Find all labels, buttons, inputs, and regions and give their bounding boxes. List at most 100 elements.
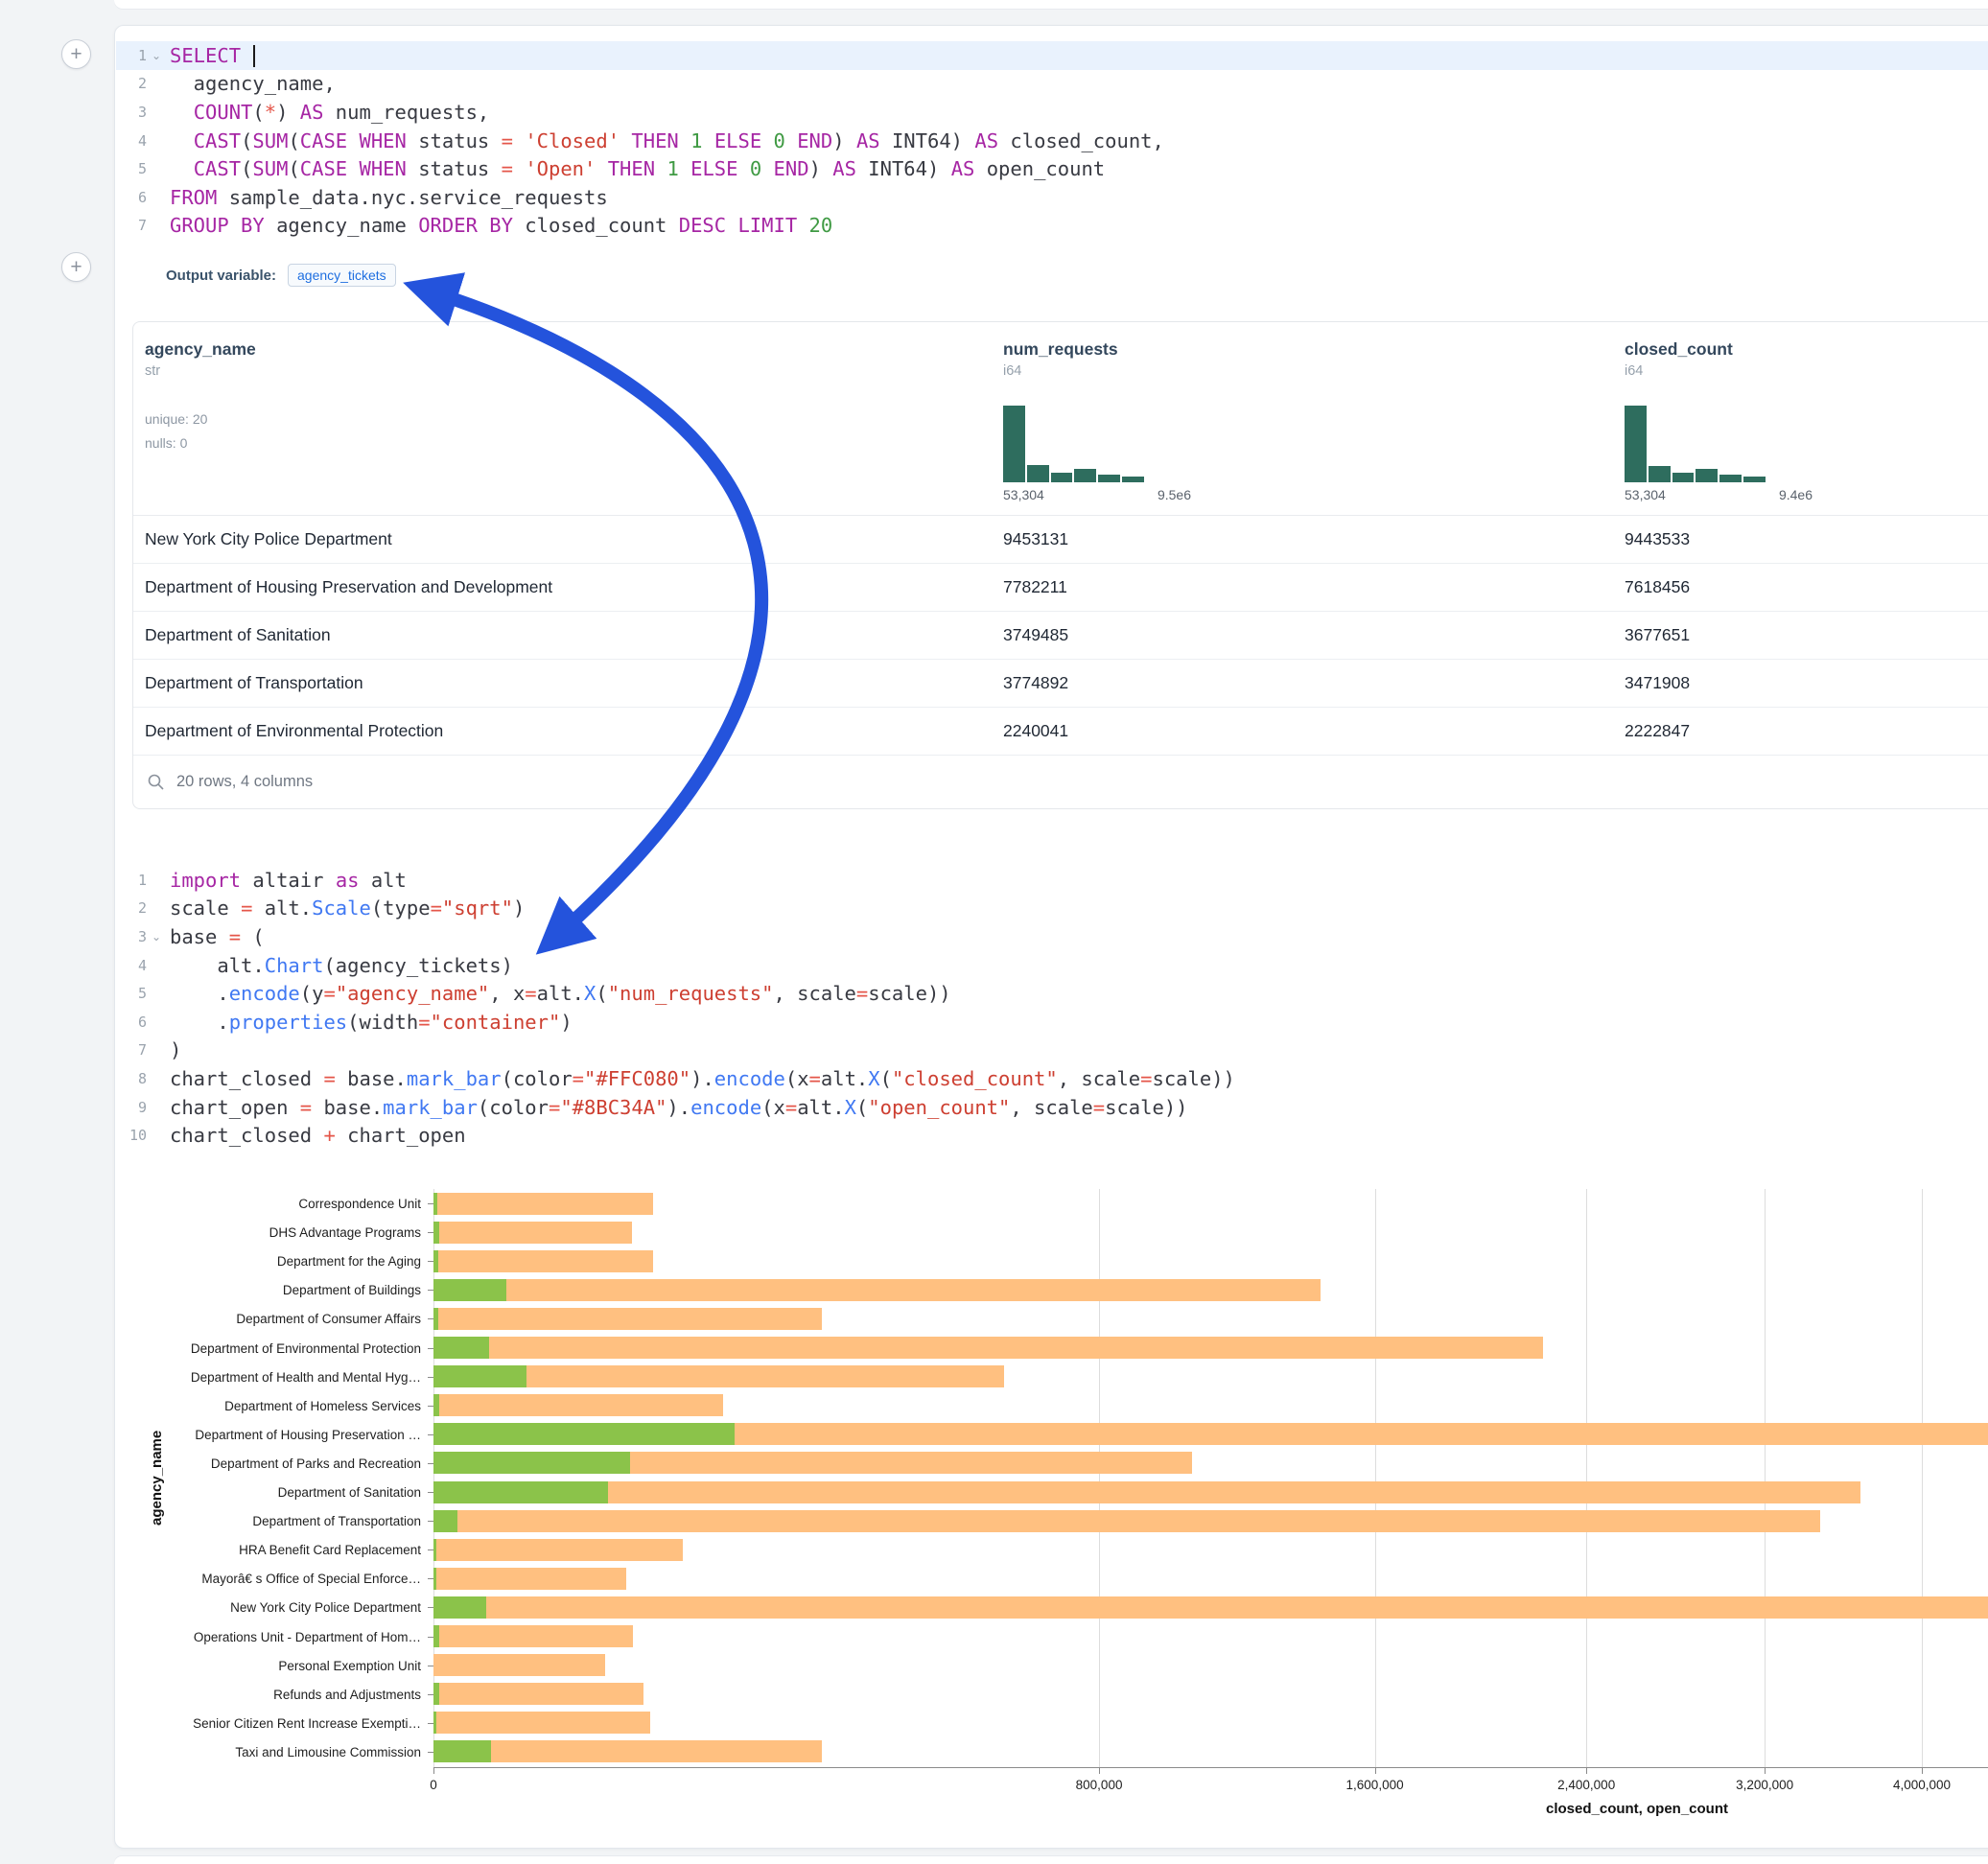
code-text: .properties(width="container")	[166, 1011, 573, 1034]
code-line[interactable]: 1⌄SELECT	[116, 41, 1988, 70]
add-cell-button-second[interactable]: +	[61, 252, 91, 282]
closed-count-bar[interactable]	[433, 1308, 822, 1330]
open-count-bar[interactable]	[433, 1683, 439, 1705]
open-count-bar[interactable]	[433, 1365, 526, 1387]
token: chart_closed	[170, 1067, 323, 1090]
token: X	[584, 982, 596, 1005]
fold-chevron-icon[interactable]: ⌄	[147, 49, 166, 62]
table-row[interactable]: Department of Environmental Protection22…	[133, 708, 1988, 756]
token	[655, 157, 667, 180]
histogram-range: 53,3049.5e6	[1003, 487, 1191, 502]
token: =	[502, 157, 513, 180]
sql-editor[interactable]: 1⌄SELECT 2 agency_name,3 COUNT(*) AS num…	[116, 41, 1988, 240]
closed-count-bar[interactable]	[433, 1510, 1820, 1532]
code-line[interactable]: 3 COUNT(*) AS num_requests,	[116, 98, 1988, 127]
code-line[interactable]: 6 .properties(width="container")	[116, 1008, 1988, 1037]
token: FROM	[170, 186, 217, 209]
table-row[interactable]: Department of Transportation377489234719…	[133, 660, 1988, 708]
closed-count-bar[interactable]	[433, 1394, 723, 1416]
open-count-bar[interactable]	[433, 1423, 735, 1445]
closed-count-bar[interactable]	[433, 1625, 633, 1647]
histogram-bar	[1672, 473, 1695, 482]
token: (color	[478, 1096, 549, 1119]
closed-count-bar[interactable]	[433, 1222, 632, 1244]
token: "agency_name"	[336, 982, 489, 1005]
token: )	[832, 129, 856, 152]
column-dtype: i64	[1003, 363, 1613, 379]
closed-count-bar[interactable]	[433, 1481, 1860, 1503]
closed-count-bar[interactable]	[433, 1539, 683, 1561]
open-count-bar[interactable]	[433, 1193, 437, 1215]
python-editor[interactable]: 1import altair as alt2scale = alt.Scale(…	[116, 866, 1988, 1150]
code-line[interactable]: 3⌄base = (	[116, 922, 1988, 951]
line-number: 3	[122, 928, 147, 945]
code-text: base = (	[166, 925, 265, 948]
code-line[interactable]: 2 agency_name,	[116, 70, 1988, 99]
open-count-bar[interactable]	[433, 1279, 506, 1301]
token: CAST	[194, 157, 241, 180]
closed-count-bar[interactable]	[433, 1337, 1543, 1359]
output-variable-chip[interactable]: agency_tickets	[288, 264, 396, 287]
open-count-bar[interactable]	[433, 1568, 436, 1590]
code-line[interactable]: 7GROUP BY agency_name ORDER BY closed_co…	[116, 212, 1988, 241]
token: properties	[229, 1011, 347, 1034]
open-count-bar[interactable]	[433, 1596, 486, 1619]
closed-count-bar[interactable]	[433, 1279, 1321, 1301]
token	[761, 157, 773, 180]
table-row[interactable]: Department of Sanitation37494853677651	[133, 612, 1988, 660]
line-number: 4	[122, 957, 147, 974]
open-count-bar[interactable]	[433, 1394, 439, 1416]
open-count-bar[interactable]	[433, 1510, 457, 1532]
add-cell-button-top[interactable]: +	[61, 39, 91, 69]
open-count-bar[interactable]	[433, 1337, 489, 1359]
code-line[interactable]: 1import altair as alt	[116, 866, 1988, 895]
open-count-bar[interactable]	[433, 1308, 438, 1330]
next-cell-edge	[114, 1856, 1988, 1864]
token: status	[407, 157, 502, 180]
open-count-bar[interactable]	[433, 1625, 439, 1647]
code-line[interactable]: 10chart_closed + chart_open	[116, 1121, 1988, 1150]
fold-chevron-icon[interactable]: ⌄	[147, 930, 166, 944]
x-tick	[1922, 1768, 1923, 1774]
open-count-bar[interactable]	[433, 1539, 436, 1561]
x-axis-line	[433, 1767, 1988, 1768]
open-count-bar[interactable]	[433, 1222, 439, 1244]
token: "#FFC080"	[584, 1067, 690, 1090]
open-count-bar[interactable]	[433, 1452, 630, 1474]
table-row[interactable]: Department of Housing Preservation and D…	[133, 564, 1988, 612]
code-line[interactable]: 7)	[116, 1037, 1988, 1065]
code-line[interactable]: 6FROM sample_data.nyc.service_requests	[116, 183, 1988, 212]
closed-count-bar[interactable]	[433, 1596, 1988, 1619]
code-line[interactable]: 4 alt.Chart(agency_tickets)	[116, 951, 1988, 980]
column-header[interactable]: agency_namestrunique: 20nulls: 0	[133, 339, 992, 515]
search-icon[interactable]	[147, 773, 165, 791]
column-dtype: i64	[1625, 363, 1988, 379]
code-line[interactable]: 5 .encode(y="agency_name", x=alt.X("num_…	[116, 979, 1988, 1008]
code-line[interactable]: 5 CAST(SUM(CASE WHEN status = 'Open' THE…	[116, 154, 1988, 183]
token: "open_count"	[868, 1096, 1010, 1119]
code-line[interactable]: 2scale = alt.Scale(type="sqrt")	[116, 895, 1988, 923]
gridline	[1765, 1189, 1766, 1767]
column-header[interactable]: closed_counti6453,3049.4e6	[1613, 339, 1988, 515]
token: agency_name,	[170, 72, 336, 95]
open-count-bar[interactable]	[433, 1481, 608, 1503]
closed-count-bar[interactable]	[433, 1193, 653, 1215]
open-count-bar[interactable]	[433, 1740, 491, 1762]
table-row[interactable]: New York City Police Department945313194…	[133, 516, 1988, 564]
closed-count-bar[interactable]	[433, 1250, 653, 1272]
closed-count-bar[interactable]	[433, 1683, 643, 1705]
closed-count-bar[interactable]	[433, 1740, 822, 1762]
closed-count-bar[interactable]	[433, 1568, 626, 1590]
code-line[interactable]: 4 CAST(SUM(CASE WHEN status = 'Closed' T…	[116, 127, 1988, 155]
y-axis-label: Department of Parks and Recreation	[133, 1456, 421, 1471]
column-header[interactable]: num_requestsi6453,3049.5e6	[992, 339, 1613, 515]
code-line[interactable]: 9chart_open = base.mark_bar(color="#8BC3…	[116, 1093, 1988, 1122]
open-count-bar[interactable]	[433, 1250, 438, 1272]
closed-count-bar[interactable]	[433, 1654, 605, 1676]
open-count-bar[interactable]	[433, 1712, 436, 1734]
token: (type	[371, 897, 431, 920]
token: 1	[690, 129, 702, 152]
closed-count-bar[interactable]	[433, 1712, 650, 1734]
code-text: agency_name,	[166, 72, 336, 95]
code-line[interactable]: 8chart_closed = base.mark_bar(color="#FF…	[116, 1064, 1988, 1093]
